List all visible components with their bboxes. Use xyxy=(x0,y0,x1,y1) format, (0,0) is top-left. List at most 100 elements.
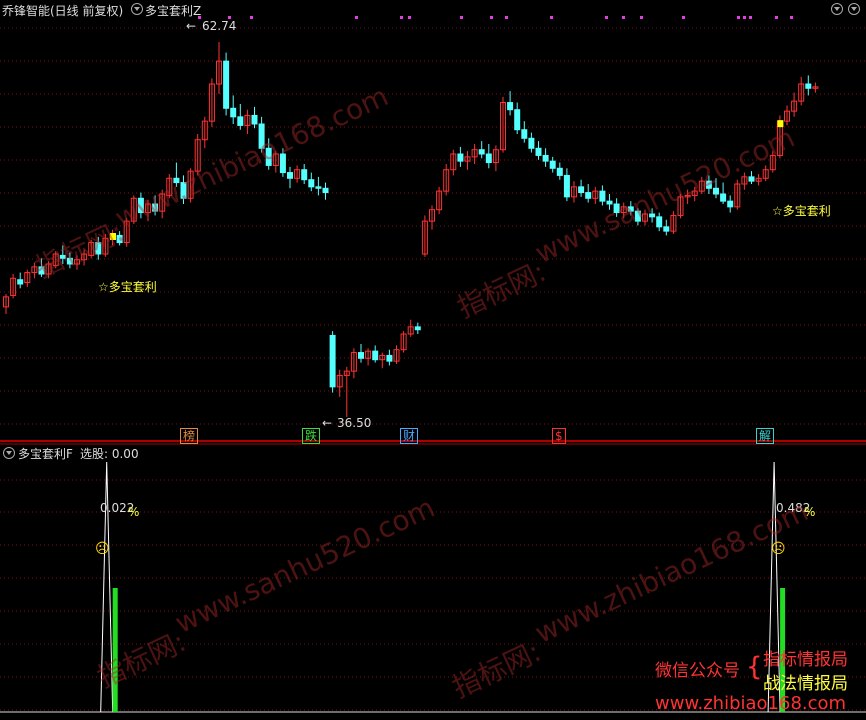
high-price-arrow: ← xyxy=(186,19,197,33)
top-signal-dot xyxy=(749,16,752,19)
ad-line-2: 战法情报局 xyxy=(763,674,848,694)
sub-volume-bar xyxy=(112,588,118,712)
candle-body xyxy=(137,197,144,214)
candle-body xyxy=(634,210,641,222)
sub-indicator-name[interactable]: 多宝套利F xyxy=(18,445,73,462)
event-tag-dividend[interactable]: $ xyxy=(552,428,566,444)
candle-body xyxy=(38,266,45,275)
candlestick-series xyxy=(3,42,819,417)
indicator-dropdown-icon[interactable] xyxy=(131,3,143,15)
sub-spike-line xyxy=(100,461,114,713)
candle-body xyxy=(180,182,187,199)
candle-body xyxy=(230,107,237,118)
candle-body xyxy=(358,352,364,359)
top-signal-dot xyxy=(550,16,553,19)
candle-body xyxy=(95,242,102,255)
candle-body xyxy=(485,153,492,164)
top-signal-dot xyxy=(682,16,685,19)
ad-line-1: 指标情报局 xyxy=(763,650,848,670)
candle-body xyxy=(649,213,656,218)
candle-body xyxy=(748,176,755,182)
candle-body xyxy=(663,226,670,232)
sub-pct-sign-left: % xyxy=(128,505,140,519)
candle-body xyxy=(287,172,293,179)
chevron-down-icon[interactable] xyxy=(848,3,860,15)
top-signal-dot xyxy=(460,16,463,19)
candle-body xyxy=(705,180,712,189)
top-signal-dot xyxy=(640,16,643,19)
candle-body xyxy=(301,169,308,181)
top-signal-dot xyxy=(400,16,403,19)
event-tag-drop[interactable]: 跌 xyxy=(302,428,321,444)
main-chart-canvas[interactable] xyxy=(0,0,866,720)
event-tag-unlock[interactable]: 解 xyxy=(756,428,775,444)
candle-body xyxy=(251,114,258,125)
candle-body xyxy=(521,129,528,139)
candle-body xyxy=(59,254,66,259)
event-tag-finance[interactable]: 财 xyxy=(400,428,419,444)
candle-body xyxy=(116,234,123,244)
candle-body xyxy=(315,186,322,189)
candle-body xyxy=(606,200,613,205)
top-signal-dot xyxy=(250,16,253,19)
signal-label-right: ☆多宝套利 xyxy=(772,204,831,218)
candle-body xyxy=(386,354,393,362)
low-price-arrow: ← xyxy=(322,416,333,430)
candle-body xyxy=(478,149,485,155)
candle-body xyxy=(457,153,464,162)
grid-lines xyxy=(0,27,866,711)
sad-face-icon-left: ☹ xyxy=(95,541,110,557)
top-signal-dot xyxy=(505,16,508,19)
candle-body xyxy=(585,192,592,199)
candle-body xyxy=(372,350,379,361)
top-signal-dot xyxy=(790,16,793,19)
candle-body xyxy=(173,177,180,184)
top-signal-dot xyxy=(355,16,358,19)
event-tag-list[interactable]: 榜 xyxy=(180,428,199,444)
candle-body xyxy=(17,279,24,285)
candle-body xyxy=(656,216,663,228)
candle-body xyxy=(713,187,719,195)
top-signal-dot xyxy=(737,16,740,19)
top-signal-dot xyxy=(490,16,493,19)
signal-label-left: ☆多宝套利 xyxy=(98,280,157,294)
stock-title: 乔锋智能(日线 前复权) xyxy=(2,4,124,18)
candle-body xyxy=(578,186,585,194)
top-signal-dot xyxy=(775,16,778,19)
sub-indicator-value: 选股: 0.00 xyxy=(80,447,139,461)
signal-marker xyxy=(110,233,116,240)
sub-indicator-dropdown-icon[interactable] xyxy=(3,447,15,459)
high-price-label: 62.74 xyxy=(202,19,237,33)
candle-body xyxy=(613,203,620,214)
candle-body xyxy=(279,153,286,174)
candle-body xyxy=(329,334,336,388)
candle-body xyxy=(66,257,73,265)
signal-marker xyxy=(777,120,784,128)
candle-body xyxy=(720,193,727,202)
candle-body xyxy=(549,160,556,169)
low-price-label: 36.50 xyxy=(337,416,372,430)
indicator-name[interactable]: 多宝套利Z xyxy=(145,2,201,19)
chevron-up-icon[interactable] xyxy=(831,3,843,15)
sub-pct-sign-right: % xyxy=(804,505,816,519)
candle-body xyxy=(556,167,563,176)
candle-body xyxy=(535,147,542,156)
candle-body xyxy=(805,83,812,89)
candle-body xyxy=(542,154,549,162)
top-signal-dots xyxy=(198,16,793,19)
ad-url[interactable]: www.zhibiao168.com xyxy=(655,693,846,714)
candle-body xyxy=(322,187,329,194)
candle-body xyxy=(152,203,159,212)
candle-body xyxy=(308,179,315,188)
candle-body xyxy=(627,206,634,212)
candle-body xyxy=(528,137,535,149)
top-signal-dot xyxy=(605,16,608,19)
ad-brace: { xyxy=(746,652,763,682)
candle-body xyxy=(265,147,272,166)
candle-body xyxy=(237,116,244,126)
candle-body xyxy=(563,174,570,198)
top-signal-dot xyxy=(408,16,411,19)
ad-wechat-label: 微信公众号 xyxy=(655,661,740,681)
candle-body xyxy=(514,109,521,131)
sad-face-icon-right: ☹ xyxy=(771,541,786,557)
